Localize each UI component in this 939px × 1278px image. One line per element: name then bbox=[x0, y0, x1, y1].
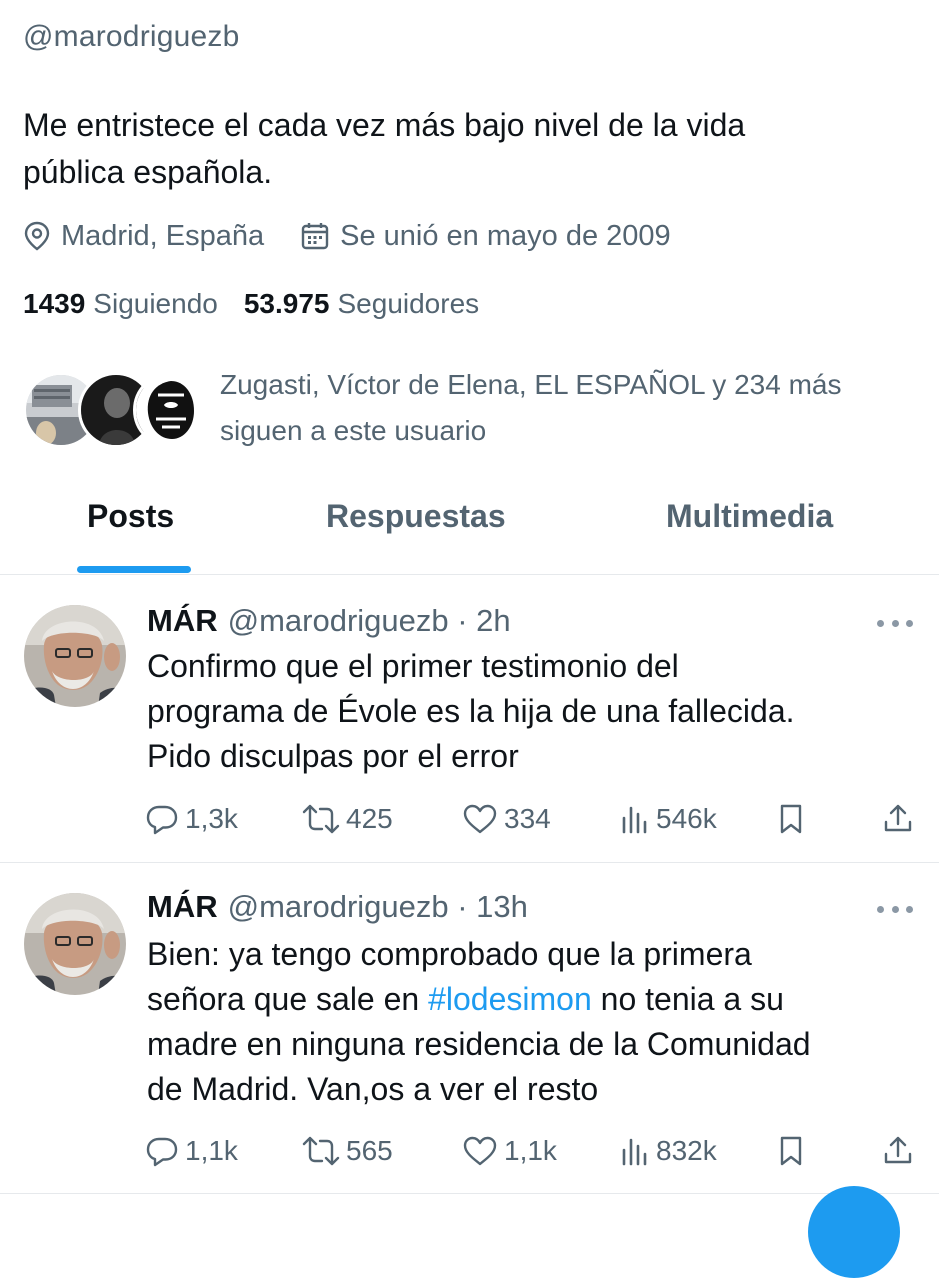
reply-icon bbox=[146, 805, 178, 835]
known-followers-text: Zugasti, Víctor de Elena, EL ESPAÑOL y 2… bbox=[220, 362, 920, 454]
reply-count: 1,1k bbox=[185, 1135, 238, 1166]
bookmark-button[interactable] bbox=[777, 799, 811, 839]
bio-line: Me entristece el cada vez más bajo nivel… bbox=[23, 107, 746, 143]
like-count: 1,1k bbox=[504, 1135, 557, 1166]
post-header: MÁR @marodriguezb · 2h bbox=[147, 603, 511, 639]
tab-multimedia[interactable]: Multimedia bbox=[666, 498, 833, 535]
following-link[interactable]: 1439 Siguiendo bbox=[23, 288, 218, 320]
post-text-line: Confirmo que el primer testimonio del bbox=[147, 648, 679, 684]
author-handle[interactable]: @marodriguezb bbox=[228, 603, 449, 638]
avatar[interactable] bbox=[24, 605, 126, 707]
repost-count: 565 bbox=[346, 1135, 393, 1166]
more-icon[interactable] bbox=[877, 613, 913, 633]
known-followers-line: Zugasti, Víctor de Elena, EL ESPAÑOL y 2… bbox=[220, 369, 842, 400]
share-button[interactable] bbox=[883, 1131, 919, 1171]
like-button[interactable]: 334 bbox=[462, 799, 551, 839]
post-text-line: Bien: ya tengo comprobado que la primera bbox=[147, 936, 752, 972]
hashtag-link[interactable]: #lodesimon bbox=[428, 981, 592, 1017]
tab-posts[interactable]: Posts bbox=[87, 498, 174, 535]
known-followers-avatars bbox=[23, 372, 209, 448]
post[interactable]: MÁR @marodriguezb · 2h Confirmo que el pr… bbox=[0, 575, 939, 863]
author-name[interactable]: MÁR bbox=[147, 889, 218, 924]
reply-icon bbox=[146, 1137, 178, 1167]
profile-tabs: Posts Respuestas Multimedia bbox=[0, 478, 939, 575]
followers-label: Seguidores bbox=[337, 288, 480, 319]
share-icon bbox=[884, 1136, 912, 1164]
views-button[interactable]: 832k bbox=[620, 1131, 717, 1171]
post-text: Confirmo que el primer testimonio del pr… bbox=[147, 644, 917, 779]
post-text-segment: no tenia a su bbox=[591, 981, 784, 1017]
like-button[interactable]: 1,1k bbox=[462, 1131, 557, 1171]
views-icon bbox=[622, 1138, 647, 1166]
repost-icon bbox=[302, 804, 340, 834]
post-time[interactable]: · 13h bbox=[457, 889, 528, 924]
active-tab-indicator bbox=[77, 566, 191, 573]
post-actions: 1,1k 565 1,1k 832k bbox=[145, 1131, 920, 1171]
calendar-icon bbox=[301, 223, 329, 250]
post-text-line: señora que sale en #lodesimon no tenia a… bbox=[147, 977, 917, 1022]
location-text: Madrid, España bbox=[61, 219, 265, 252]
repost-icon bbox=[302, 1136, 340, 1166]
followers-count: 53.975 bbox=[243, 288, 330, 319]
tab-respuestas[interactable]: Respuestas bbox=[326, 498, 506, 535]
post[interactable]: MÁR @marodriguezb · 13h Bien: ya tengo co… bbox=[0, 863, 939, 1194]
bio-line: pública española. bbox=[23, 154, 273, 190]
share-icon bbox=[884, 804, 912, 832]
share-button[interactable] bbox=[883, 799, 919, 839]
views-count: 546k bbox=[656, 803, 717, 834]
joined-text: Se unió en mayo de 2009 bbox=[340, 219, 671, 252]
followers-link[interactable]: 53.975 Seguidores bbox=[244, 288, 479, 320]
avatar bbox=[133, 372, 209, 448]
post-time[interactable]: · 2h bbox=[457, 603, 510, 638]
repost-count: 425 bbox=[346, 803, 393, 834]
post-text: Bien: ya tengo comprobado que la primera… bbox=[147, 932, 917, 1112]
avatar[interactable] bbox=[24, 893, 126, 995]
views-button[interactable]: 546k bbox=[620, 799, 717, 839]
profile-bio: Me entristece el cada vez más bajo nivel… bbox=[23, 102, 903, 196]
post-text-segment: señora que sale en bbox=[147, 981, 429, 1017]
post-text-line: madre en ninguna residencia de la Comuni… bbox=[147, 1026, 811, 1062]
profile-meta: Madrid, España Se unió en mayo de 2009 bbox=[23, 215, 707, 257]
post-actions: 1,3k 425 334 546k bbox=[145, 799, 920, 839]
profile-joined: Se unió en mayo de 2009 bbox=[300, 220, 671, 253]
heart-icon bbox=[463, 804, 497, 834]
profile-location: Madrid, España bbox=[23, 220, 264, 253]
following-label: Siguiendo bbox=[93, 288, 218, 319]
author-handle[interactable]: @marodriguezb bbox=[228, 889, 449, 924]
views-icon bbox=[622, 806, 647, 834]
post-text-line: Pido disculpas por el error bbox=[147, 738, 519, 774]
bookmark-icon bbox=[780, 1136, 802, 1166]
bookmark-icon bbox=[780, 804, 802, 834]
heart-icon bbox=[463, 1136, 497, 1166]
post-text-line: programa de Évole es la hija de una fall… bbox=[147, 693, 795, 729]
following-count: 1439 bbox=[23, 288, 86, 319]
map-pin-icon bbox=[24, 221, 50, 251]
more-icon[interactable] bbox=[877, 899, 913, 919]
follow-stats: 1439 Siguiendo 53.975 Seguidores bbox=[23, 288, 479, 320]
profile-handle: @marodriguezb bbox=[23, 20, 240, 53]
author-name[interactable]: MÁR bbox=[147, 603, 218, 638]
views-count: 832k bbox=[656, 1135, 717, 1166]
reply-button[interactable]: 1,3k bbox=[145, 799, 238, 839]
bookmark-button[interactable] bbox=[777, 1131, 811, 1171]
reply-button[interactable]: 1,1k bbox=[145, 1131, 238, 1171]
known-followers-line: siguen a este usuario bbox=[220, 415, 487, 446]
repost-button[interactable]: 425 bbox=[302, 799, 393, 839]
repost-button[interactable]: 565 bbox=[302, 1131, 393, 1171]
reply-count: 1,3k bbox=[185, 803, 238, 834]
post-text-line: de Madrid. Van,os a ver el resto bbox=[147, 1071, 599, 1107]
post-header: MÁR @marodriguezb · 13h bbox=[147, 889, 528, 925]
like-count: 334 bbox=[504, 803, 551, 834]
known-followers[interactable]: Zugasti, Víctor de Elena, EL ESPAÑOL y 2… bbox=[23, 362, 923, 452]
